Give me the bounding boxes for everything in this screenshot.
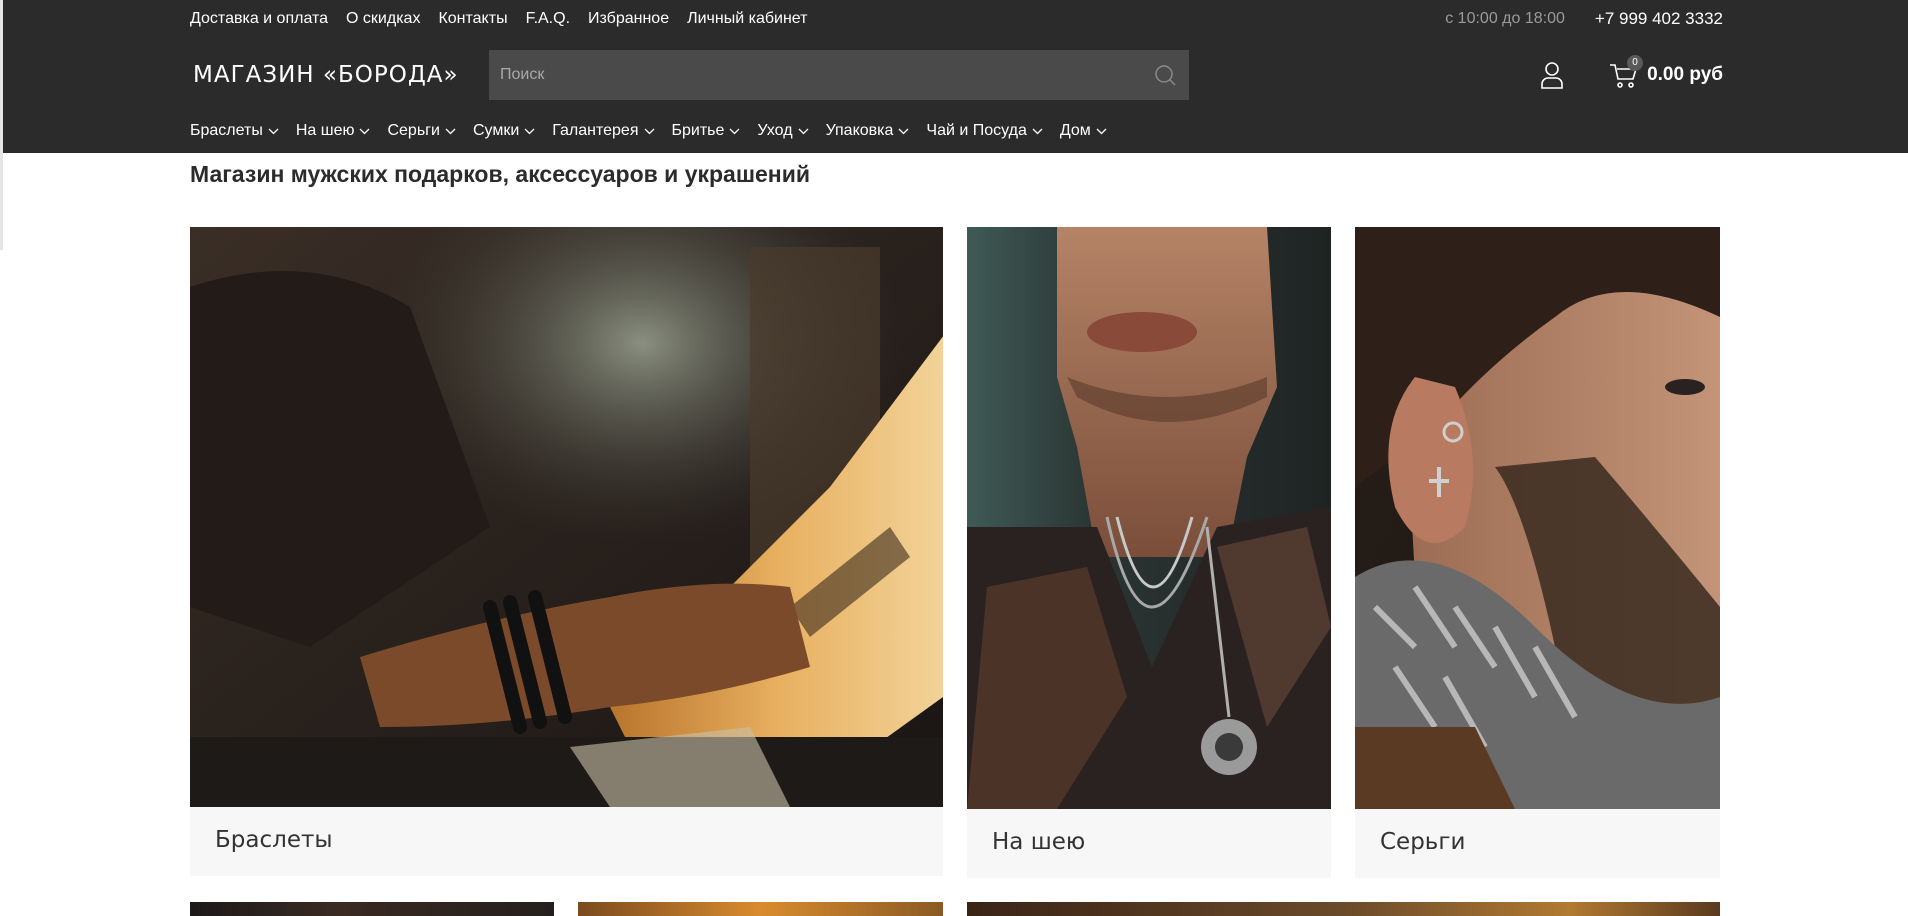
category-label: Бритье: [671, 122, 725, 139]
search-box: [489, 50, 1189, 100]
category-label: Упаковка: [825, 122, 894, 139]
chevron-down-icon: [445, 128, 456, 134]
top-nav: Доставка и оплата О скидках Контакты F.A…: [190, 10, 825, 28]
category-bags[interactable]: Сумки: [473, 122, 535, 140]
category-image: [967, 227, 1331, 809]
category-tea[interactable]: Чай и Посуда: [926, 122, 1043, 140]
chevron-down-icon: [360, 128, 370, 134]
category-haberdashery[interactable]: Галантерея: [552, 122, 654, 140]
site-logo[interactable]: МАГАЗИН «БОРОДА»: [190, 62, 489, 88]
top-link-discounts[interactable]: О скидках: [346, 10, 420, 28]
chevron-down-icon: [1032, 128, 1043, 134]
category-label: Серьги: [387, 122, 440, 139]
top-bar: Доставка и оплата О скидках Контакты F.A…: [190, 0, 1723, 38]
category-label: Чай и Посуда: [926, 122, 1027, 139]
category-image: [190, 227, 943, 807]
chevron-down-icon: [729, 128, 740, 134]
chevron-down-icon: [524, 128, 535, 134]
category-card-label: Браслеты: [215, 827, 333, 853]
category-nav: Браслеты На шею Серьги Сумки Галантерея …: [190, 118, 1124, 144]
category-image: [1355, 227, 1720, 809]
chevron-down-icon: [644, 128, 654, 134]
main-bar: МАГАЗИН «БОРОДА» 0 0.00 руб: [190, 50, 1723, 100]
category-care[interactable]: Уход: [757, 122, 809, 140]
category-card-bracelets[interactable]: Браслеты: [190, 227, 943, 876]
category-label: Дом: [1059, 122, 1091, 139]
category-card-label: На шею: [992, 829, 1086, 855]
category-label: На шею: [295, 122, 355, 139]
cart-total[interactable]: 0.00 руб: [1647, 64, 1723, 86]
header-actions: 0 0.00 руб: [1539, 55, 1723, 89]
top-link-faq[interactable]: F.A.Q.: [526, 10, 570, 28]
category-home[interactable]: Дом: [1060, 122, 1107, 140]
category-card-partial[interactable]: [578, 902, 943, 916]
category-label: Уход: [757, 122, 793, 139]
category-card-earrings[interactable]: Серьги: [1355, 227, 1720, 878]
top-link-favorites[interactable]: Избранное: [588, 10, 669, 28]
top-link-account[interactable]: Личный кабинет: [687, 10, 807, 28]
category-card-neck[interactable]: На шею: [967, 227, 1331, 878]
user-icon[interactable]: [1539, 61, 1565, 89]
cart-button[interactable]: 0: [1609, 55, 1644, 89]
category-label: Галантерея: [552, 122, 639, 139]
category-earrings[interactable]: Серьги: [387, 122, 456, 140]
top-link-contacts[interactable]: Контакты: [438, 10, 507, 28]
category-bracelets[interactable]: Браслеты: [190, 122, 279, 140]
working-hours: с 10:00 до 18:00: [1445, 10, 1565, 27]
category-packaging[interactable]: Упаковка: [826, 122, 910, 140]
category-shaving[interactable]: Бритье: [672, 122, 741, 140]
search-input[interactable]: [489, 50, 1189, 100]
chevron-down-icon: [1096, 128, 1107, 134]
top-link-delivery[interactable]: Доставка и оплата: [190, 10, 328, 28]
category-card-partial[interactable]: [190, 902, 554, 916]
cart-count-badge: 0: [1627, 55, 1644, 71]
page-title: Магазин мужских подарков, аксессуаров и …: [190, 161, 810, 187]
category-card-label: Серьги: [1380, 829, 1466, 855]
site-header: Доставка и оплата О скидках Контакты F.A…: [3, 0, 1908, 153]
contact-info: с 10:00 до 18:00 +7 999 402 3332: [1445, 9, 1723, 29]
category-card-partial[interactable]: [967, 902, 1720, 916]
chevron-down-icon: [898, 128, 909, 134]
phone-number[interactable]: +7 999 402 3332: [1595, 9, 1723, 29]
category-neck[interactable]: На шею: [296, 122, 371, 140]
chevron-down-icon: [268, 128, 279, 134]
chevron-down-icon: [798, 128, 809, 134]
category-label: Сумки: [472, 122, 520, 139]
category-label: Браслеты: [190, 122, 263, 139]
search-icon[interactable]: [1153, 63, 1177, 87]
